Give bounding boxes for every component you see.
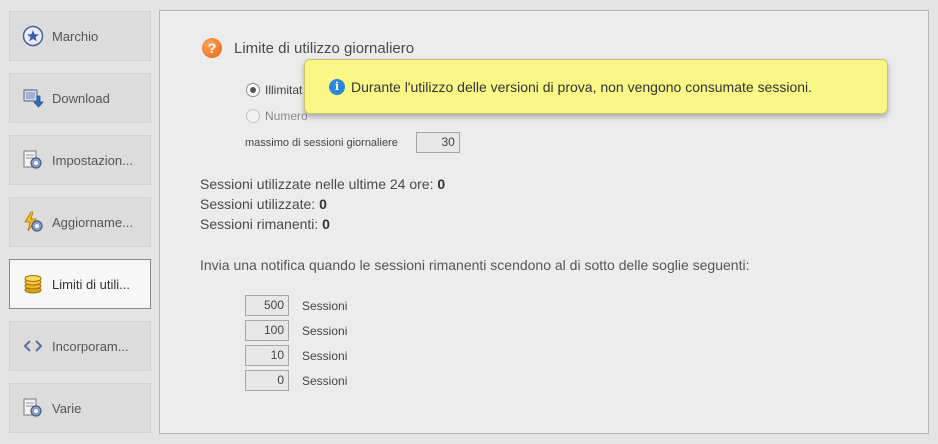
- stat-label: Sessioni utilizzate:: [200, 196, 316, 212]
- sidebar-item-download[interactable]: Download: [9, 73, 151, 123]
- sidebar-item-varie[interactable]: Varie: [9, 383, 151, 433]
- daily-max-label: massimo di sessioni giornaliere: [245, 136, 398, 149]
- radio-label: Numero: [265, 109, 308, 123]
- stat-value: 0: [437, 176, 446, 192]
- update-lightning-icon: [22, 211, 44, 233]
- stat-value: 0: [322, 216, 330, 232]
- sidebar-item-incorporamento[interactable]: Incorporam...: [9, 321, 151, 371]
- radio-button[interactable]: [246, 83, 260, 97]
- threshold-field[interactable]: 500: [245, 295, 289, 316]
- sidebar-item-marchio[interactable]: Marchio: [9, 11, 151, 61]
- threshold-field[interactable]: 100: [245, 320, 289, 341]
- stat-label: Sessioni utilizzate nelle ultime 24 ore:: [200, 176, 434, 192]
- sidebar-item-label: Download: [52, 90, 110, 106]
- sidebar-item-impostazioni[interactable]: Impostazion...: [9, 135, 151, 185]
- trial-sessions-tooltip: i Durante l'utilizzo delle versioni di p…: [304, 59, 888, 114]
- star-badge-icon: [22, 25, 44, 47]
- sidebar-item-label: Limiti di utili...: [52, 276, 131, 292]
- threshold-field[interactable]: 10: [245, 345, 289, 366]
- sidebar-item-label: Varie: [52, 400, 82, 416]
- threshold-row: 500 Sessioni: [245, 295, 347, 316]
- stat-value: 0: [319, 196, 327, 212]
- daily-max-row: massimo di sessioni giornaliere 30: [245, 132, 460, 153]
- threshold-row: 100 Sessioni: [245, 320, 347, 341]
- sidebar-item-aggiornamenti[interactable]: Aggiorname...: [9, 197, 151, 247]
- radio-button[interactable]: [246, 109, 260, 123]
- threshold-unit: Sessioni: [302, 298, 348, 313]
- sidebar-item-label: Impostazion...: [52, 152, 133, 168]
- stat-last-24h: Sessioni utilizzate nelle ultime 24 ore:…: [200, 176, 445, 192]
- threshold-unit: Sessioni: [302, 373, 348, 388]
- threshold-row: 10 Sessioni: [245, 345, 347, 366]
- stat-used: Sessioni utilizzate: 0: [200, 196, 327, 212]
- sidebar-item-label: Aggiorname...: [52, 214, 133, 230]
- info-icon: i: [329, 78, 345, 95]
- threshold-row: 0 Sessioni: [245, 370, 347, 391]
- radio-label: Illimitat: [265, 83, 303, 97]
- radio-number[interactable]: Numero: [246, 109, 308, 123]
- threshold-unit: Sessioni: [302, 348, 348, 363]
- section-header: ? Limite di utilizzo giornaliero: [202, 38, 414, 58]
- sidebar-item-label: Incorporam...: [52, 338, 129, 354]
- sidebar-item-limiti[interactable]: Limiti di utili...: [9, 259, 151, 309]
- stat-remaining: Sessioni rimanenti: 0: [200, 216, 330, 232]
- help-icon[interactable]: ?: [202, 38, 222, 58]
- section-title: Limite di utilizzo giornaliero: [234, 39, 415, 57]
- radio-unlimited[interactable]: Illimitat: [246, 83, 302, 97]
- tooltip-text: Durante l'utilizzo delle versioni di pro…: [351, 78, 813, 95]
- coins-icon: [22, 273, 44, 295]
- embed-code-icon: [22, 335, 44, 357]
- daily-max-field[interactable]: 30: [415, 132, 460, 153]
- settings-gear-icon: [22, 149, 44, 171]
- download-icon: [22, 87, 44, 109]
- stat-label: Sessioni rimanenti:: [200, 216, 319, 232]
- sidebar: Marchio Download Impostazion... Aggiorna…: [0, 0, 160, 444]
- threshold-unit: Sessioni: [302, 323, 348, 338]
- notify-description: Invia una notifica quando le sessioni ri…: [200, 257, 750, 273]
- misc-gear-icon: [22, 397, 44, 419]
- sidebar-item-label: Marchio: [52, 28, 99, 44]
- threshold-field[interactable]: 0: [245, 370, 289, 391]
